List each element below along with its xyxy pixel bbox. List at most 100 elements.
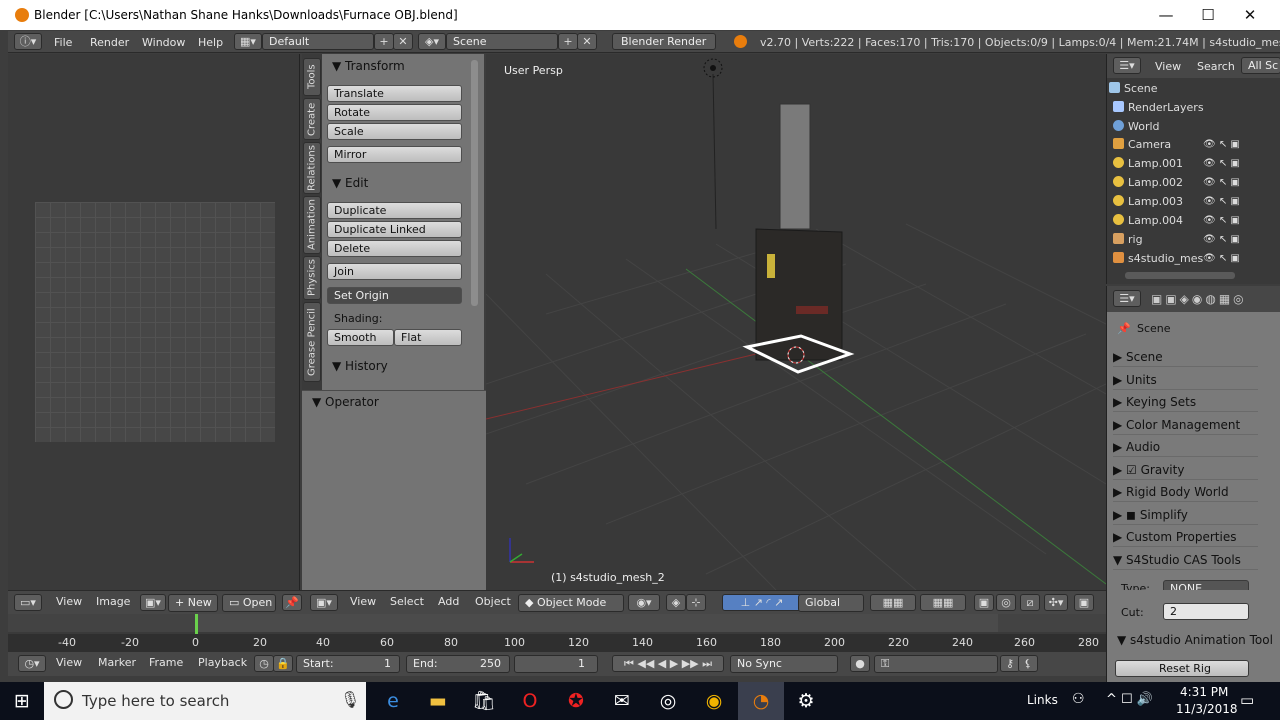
lock-layers-icon[interactable]: ▣ — [974, 594, 994, 611]
delete-scene-button[interactable]: ✕ — [577, 33, 597, 50]
duplicate-linked-button[interactable]: Duplicate Linked — [327, 221, 462, 238]
panel-gravity[interactable]: ▶ ☑ Gravity — [1113, 460, 1258, 480]
render-icon[interactable]: ▣ — [1074, 594, 1094, 611]
viewport-shading-icon[interactable]: ◉▾ — [628, 594, 660, 611]
tab-relations[interactable]: Relations — [303, 142, 321, 194]
menu-help[interactable]: Help — [198, 36, 223, 49]
rotate-button[interactable]: Rotate — [327, 104, 462, 121]
menu-render[interactable]: Render — [90, 36, 129, 49]
transform-section[interactable]: ▼ Transform — [332, 59, 405, 73]
furnace-body[interactable] — [755, 228, 843, 361]
scale-button[interactable]: Scale — [327, 123, 462, 140]
3d-editor-type-icon[interactable]: ▣▾ — [310, 594, 338, 611]
clock-time[interactable]: 4:31 PM — [1180, 685, 1228, 699]
keying-set-field[interactable]: ⚿ — [874, 655, 998, 673]
blender-taskbar-icon[interactable]: ◔ — [738, 682, 784, 720]
sync-select[interactable]: No Sync — [730, 655, 838, 673]
new-image-button[interactable]: + New — [168, 594, 218, 612]
timeline-playback-menu[interactable]: Playback — [198, 656, 247, 669]
edge-icon[interactable]: e — [381, 689, 405, 713]
uv-image-menu[interactable]: Image — [96, 595, 130, 608]
pin-icon[interactable]: 📌 — [1117, 322, 1131, 335]
tab-physics[interactable]: Physics — [303, 256, 321, 300]
clock-date[interactable]: 11/3/2018 — [1176, 702, 1238, 716]
visibility-icon[interactable]: 👁 ↖ ▣ — [1203, 234, 1240, 245]
outliner-row-lamp004[interactable]: Lamp.004 — [1113, 212, 1183, 230]
outliner-row-world[interactable]: World — [1113, 118, 1160, 136]
outliner-row-lamp003[interactable]: Lamp.003 — [1113, 193, 1183, 211]
links-toolbar[interactable]: Links — [1027, 693, 1058, 707]
close-button[interactable]: ✕ — [1230, 4, 1270, 26]
app-red-icon[interactable]: ✪ — [564, 689, 588, 713]
uv-view-menu[interactable]: View — [56, 595, 82, 608]
maximize-button[interactable]: ☐ — [1188, 4, 1228, 26]
render-engine-select[interactable]: Blender Render — [612, 33, 716, 50]
outliner-display-select[interactable]: All Sc — [1241, 57, 1280, 74]
manipulator-icon[interactable]: ⊹ — [686, 594, 706, 611]
flat-button[interactable]: Flat — [394, 329, 462, 346]
current-frame-field[interactable]: 1 — [514, 655, 598, 673]
panel-units[interactable]: ▶ Units — [1113, 370, 1258, 390]
outliner-view-menu[interactable]: View — [1155, 60, 1181, 73]
scene-icon[interactable]: ◈▾ — [418, 33, 446, 50]
timeline-frame-menu[interactable]: Frame — [149, 656, 183, 669]
people-icon[interactable]: ⚇ — [1072, 691, 1085, 707]
uv-image-editor[interactable] — [8, 54, 300, 590]
outliner-row-camera[interactable]: Camera — [1113, 136, 1171, 154]
panel-keying-sets[interactable]: ▶ Keying Sets — [1113, 392, 1258, 412]
end-frame-field[interactable]: End: 250 — [406, 655, 510, 673]
view3d-select-menu[interactable]: Select — [390, 595, 424, 608]
outliner-row-rig[interactable]: rig — [1113, 231, 1143, 249]
store-icon[interactable]: 🛍 — [472, 689, 496, 713]
snap-target-icon[interactable]: ✣▾ — [1044, 594, 1068, 611]
add-scene-button[interactable]: + — [558, 33, 578, 50]
reset-rig-button[interactable]: Reset Rig — [1115, 660, 1249, 677]
operator-section[interactable]: ▼ Operator — [312, 395, 379, 409]
tab-tools[interactable]: Tools — [303, 58, 321, 96]
current-frame-marker[interactable] — [195, 614, 198, 634]
properties-context-icons[interactable]: ▣▣◈◉◍▦◎ — [1151, 292, 1247, 306]
duplicate-button[interactable]: Duplicate — [327, 202, 462, 219]
view3d-view-menu[interactable]: View — [350, 595, 376, 608]
panel-audio[interactable]: ▶ Audio — [1113, 437, 1258, 457]
minimize-button[interactable]: — — [1146, 4, 1186, 26]
translate-button[interactable]: Translate — [327, 85, 462, 102]
file-explorer-icon[interactable]: ▬ — [426, 689, 450, 713]
panel-rigid-body-world[interactable]: ▶ Rigid Body World — [1113, 482, 1258, 502]
layout-field[interactable]: Default — [262, 33, 374, 50]
timeline-view-menu[interactable]: View — [56, 656, 82, 669]
layers-right[interactable]: ▦▦ — [920, 594, 966, 611]
layers-left[interactable]: ▦▦ — [870, 594, 916, 611]
pivot-icon[interactable]: ◈ — [666, 594, 686, 611]
visibility-icon[interactable]: 👁 ↖ ▣ — [1203, 196, 1240, 207]
timeline-ruler[interactable]: -40 -20 0 20 40 60 80 100 120 140 160 18… — [8, 634, 1106, 652]
visibility-icon[interactable]: 👁 ↖ ▣ — [1203, 177, 1240, 188]
join-button[interactable]: Join — [327, 263, 462, 280]
cut-field[interactable]: 2 — [1163, 603, 1249, 620]
toolshelf-scrollbar[interactable] — [471, 60, 478, 306]
menu-window[interactable]: Window — [142, 36, 185, 49]
keyframe-insert-icon[interactable]: ⚷ — [1000, 655, 1020, 672]
action-center-icon[interactable]: ▭ — [1240, 691, 1254, 709]
properties-editor-type-icon[interactable]: ☰▾ — [1113, 290, 1141, 307]
timeline-editor-type-icon[interactable]: ◷▾ — [18, 655, 46, 672]
outliner-row-lamp002[interactable]: Lamp.002 — [1113, 174, 1183, 192]
visibility-icon[interactable]: 👁 ↖ ▣ — [1203, 253, 1240, 264]
info-editor-type-icon[interactable]: ⓘ▾ — [14, 33, 42, 50]
mirror-button[interactable]: Mirror — [327, 146, 462, 163]
transform-manipulators[interactable]: ⊥ ↗ ◜ ↗ — [722, 594, 802, 611]
smooth-button[interactable]: Smooth — [327, 329, 394, 346]
visibility-icon[interactable]: 👁 ↖ ▣ — [1203, 158, 1240, 169]
open-image-button[interactable]: ▭ Open — [222, 594, 276, 612]
chrome-icon[interactable]: ◉ — [702, 689, 726, 713]
windows-start-icon[interactable]: ⊞ — [10, 689, 34, 713]
outliner-scrollbar[interactable] — [1125, 272, 1235, 279]
outliner-row-lamp001[interactable]: Lamp.001 — [1113, 155, 1183, 173]
outliner-row-scene[interactable]: Scene — [1109, 80, 1158, 98]
app-target-icon[interactable]: ◎ — [656, 689, 680, 713]
menu-file[interactable]: File — [54, 36, 72, 49]
view3d-object-menu[interactable]: Object — [475, 595, 511, 608]
lock-icon[interactable]: 🔒 — [273, 655, 293, 672]
timeline-marker-menu[interactable]: Marker — [98, 656, 136, 669]
history-section[interactable]: ▼ History — [332, 359, 388, 373]
